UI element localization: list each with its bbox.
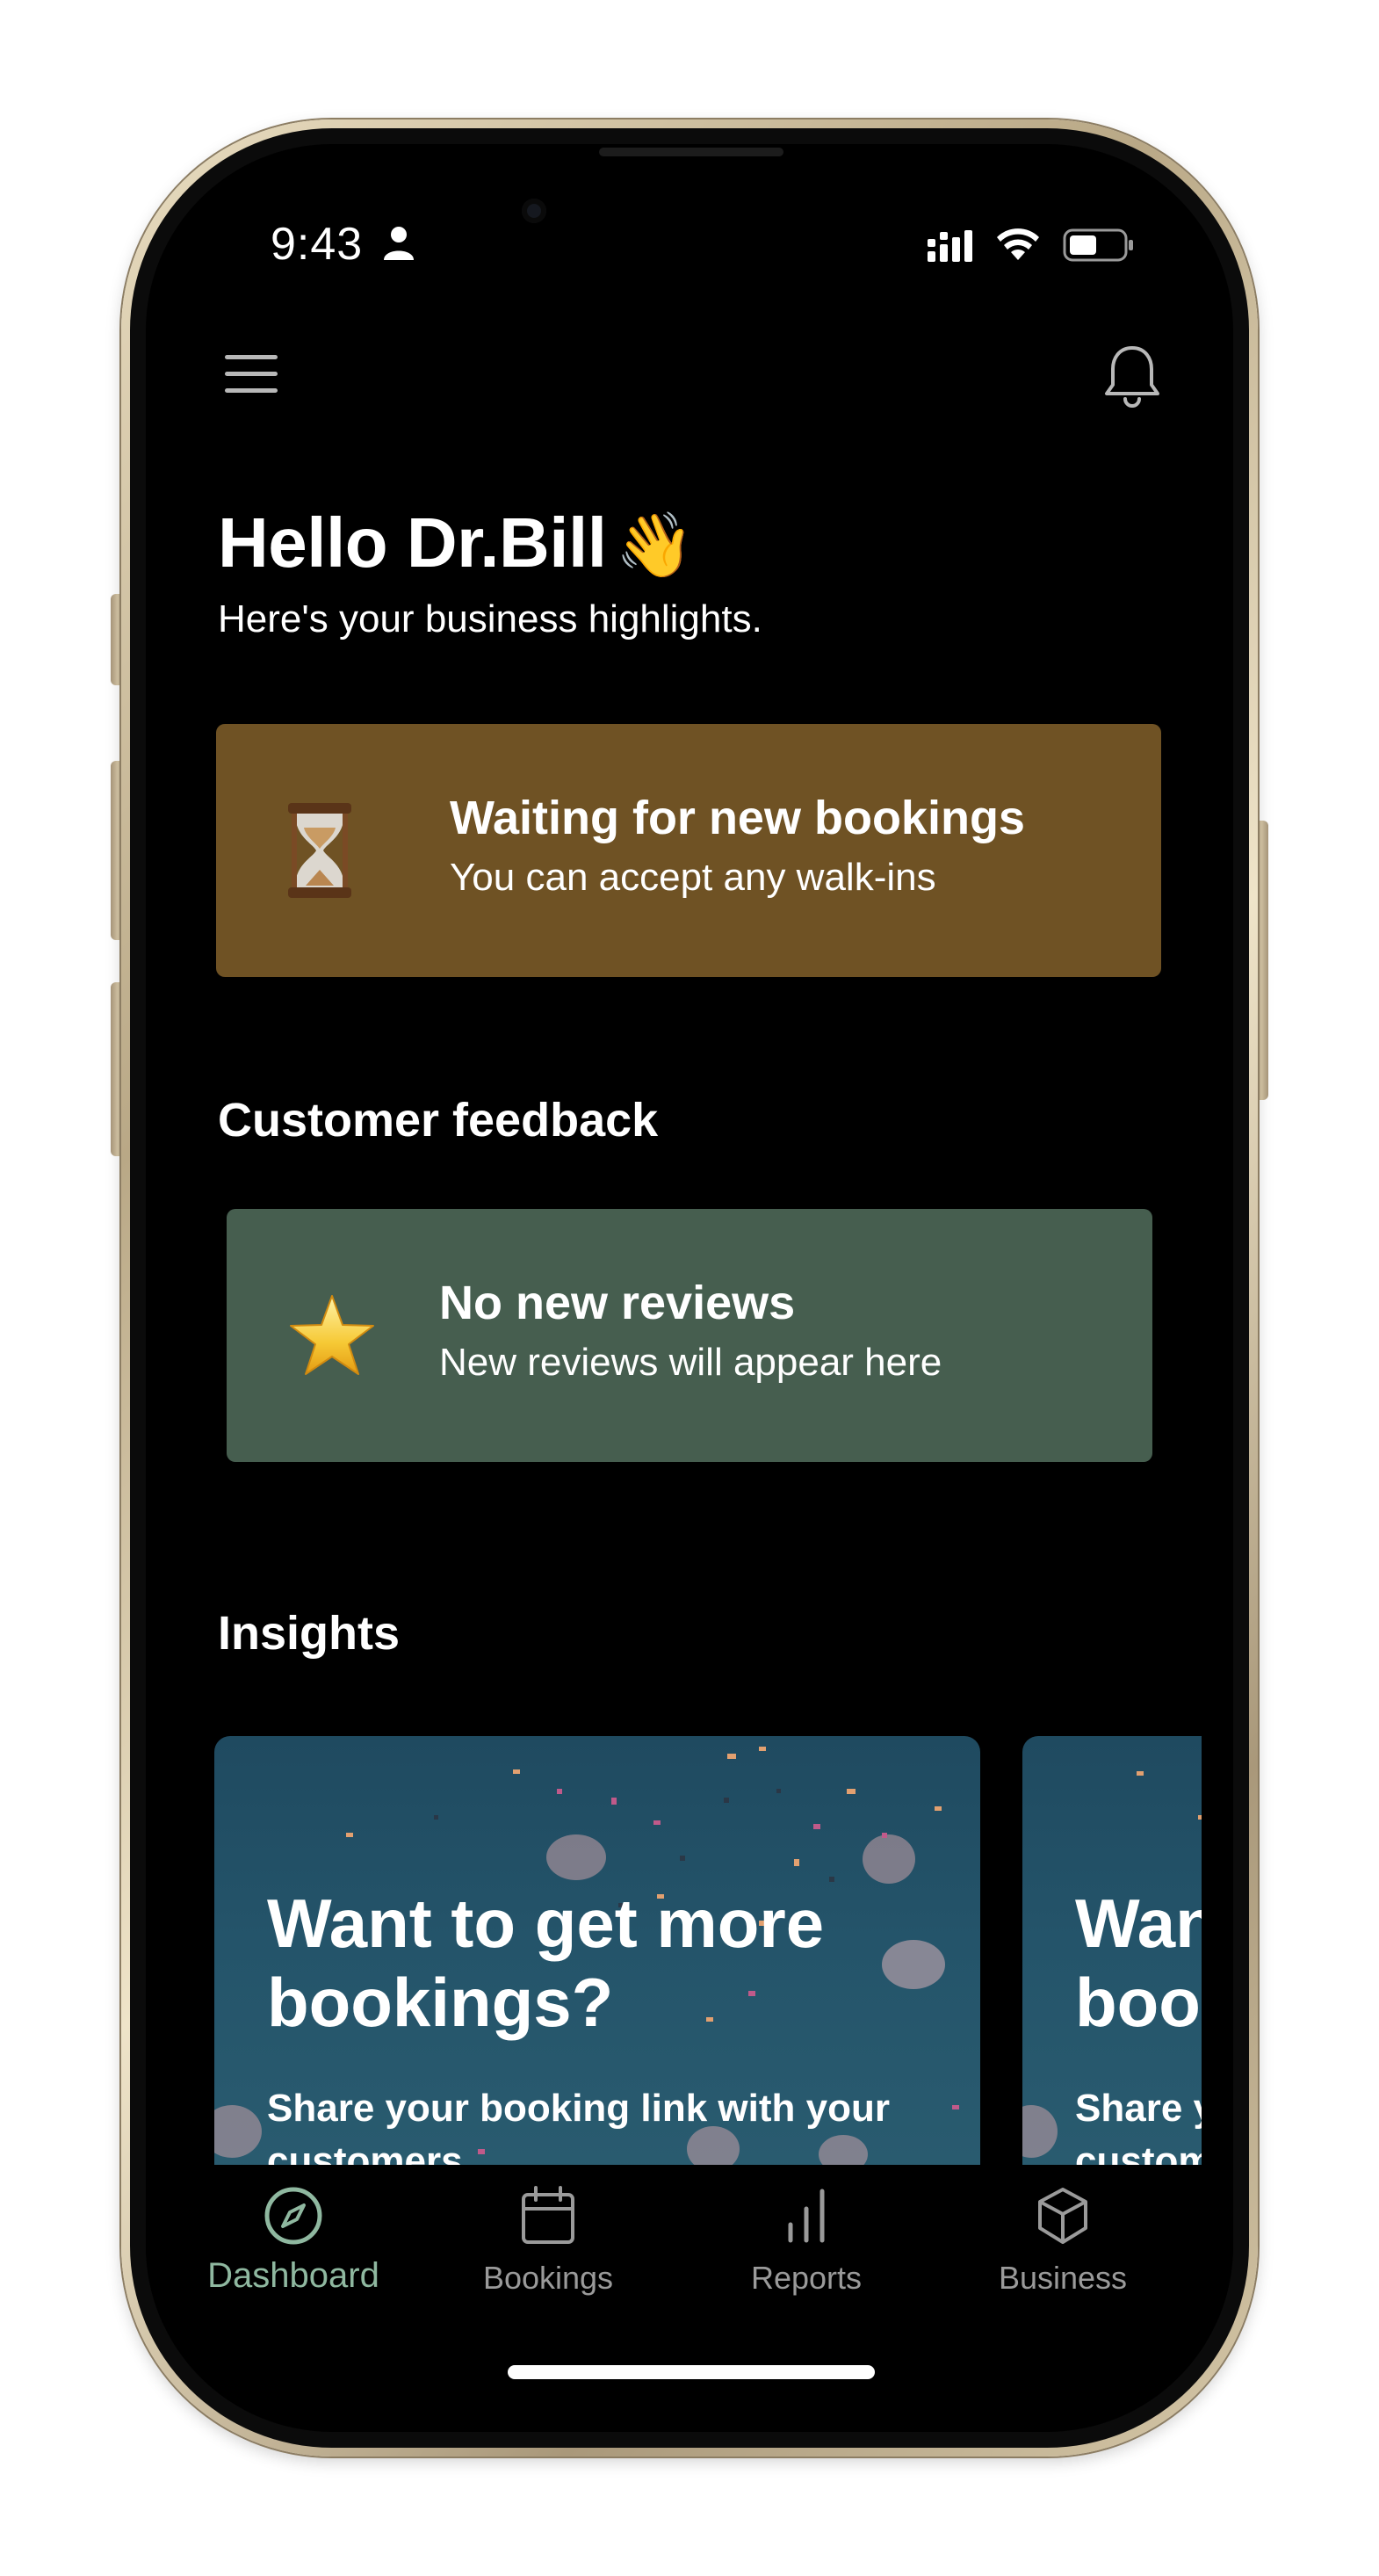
insight-card-title: Want to get more bookings? [1075, 1885, 1202, 2041]
front-camera [522, 199, 546, 223]
wifi-icon [997, 228, 1039, 260]
tab-bookings[interactable]: Bookings [443, 2165, 653, 2305]
tab-label: Bookings [482, 2260, 614, 2296]
home-indicator[interactable] [508, 2365, 875, 2379]
hamburger-menu-icon[interactable] [223, 351, 279, 397]
battery-icon [1063, 228, 1133, 262]
greeting-subtitle: Here's your business highlights. [218, 597, 762, 640]
cellular-signal-icon [928, 230, 972, 262]
star-icon [290, 1295, 374, 1375]
phone-frame: 9:43 Hello Dr.Bill 👋 Here's your busines… [121, 119, 1258, 2457]
greeting-title: Hello Dr.Bill 👋 [218, 503, 694, 583]
tab-label: Reports [750, 2260, 863, 2296]
insights-heading: Insights [218, 1607, 401, 1660]
waving-hand-icon: 👋 [615, 508, 694, 582]
greeting-text: Hello Dr.Bill [218, 503, 607, 582]
phone-bezel: 9:43 Hello Dr.Bill 👋 Here's your busines… [130, 128, 1249, 2448]
tab-label: Business [998, 2260, 1128, 2296]
tab-reports[interactable]: Reports [701, 2165, 912, 2305]
insight-card-title: Want to get more bookings? [267, 1885, 825, 2041]
bookings-status-card[interactable]: Waiting for new bookings You can accept … [216, 724, 1161, 977]
compass-icon [264, 2187, 322, 2245]
tab-business[interactable]: Business [957, 2165, 1168, 2305]
app-screen: 9:43 Hello Dr.Bill 👋 Here's your busines… [146, 144, 1233, 2432]
hourglass-icon [288, 803, 351, 898]
cube-icon [1038, 2188, 1087, 2244]
customer-feedback-heading: Customer feedback [218, 1094, 659, 1147]
bar-chart-icon [788, 2189, 825, 2243]
tab-dashboard[interactable]: Dashboard [188, 2165, 399, 2305]
calendar-icon [522, 2186, 574, 2244]
reviews-card-title: No new reviews [439, 1277, 796, 1329]
reviews-status-card[interactable]: No new reviews New reviews will appear h… [227, 1209, 1152, 1462]
bell-icon[interactable] [1101, 343, 1163, 409]
reviews-card-subtitle: New reviews will appear here [439, 1341, 942, 1384]
bottom-tab-bar: Dashboard Bookings Reports Business [146, 2165, 1233, 2323]
tab-label: Dashboard [207, 2256, 379, 2295]
bookings-card-title: Waiting for new bookings [450, 792, 1025, 844]
bookings-card-subtitle: You can accept any walk-ins [450, 856, 936, 899]
insight-card[interactable]: Want to get more bookings? Share your bo… [1022, 1736, 1202, 2193]
person-icon [384, 227, 414, 260]
insight-card[interactable]: Want to get more bookings? Share your bo… [214, 1736, 980, 2193]
status-time: 9:43 [271, 219, 364, 270]
insights-carousel[interactable]: Want to get more bookings? Share your bo… [214, 1736, 1202, 2193]
earpiece-speaker [599, 148, 783, 156]
